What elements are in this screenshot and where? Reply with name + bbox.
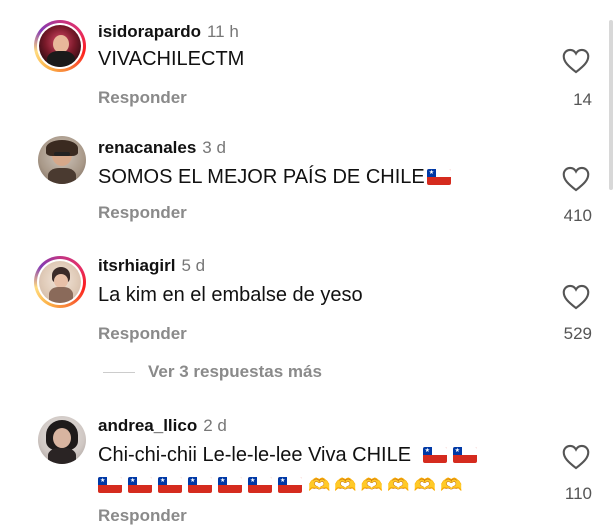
like-count: 410 <box>563 206 592 225</box>
like-count: 110 <box>564 484 592 503</box>
heart-outline-icon[interactable] <box>562 444 590 470</box>
comment-body: VIVACHILECTM <box>98 48 245 70</box>
reply-button[interactable]: Responder <box>98 506 187 526</box>
heart-outline-icon[interactable] <box>562 166 590 192</box>
chile-flag-emoji: ★ <box>218 477 242 493</box>
chile-flag-emoji: ★ <box>158 477 182 493</box>
chile-flag-emoji: ★ <box>98 477 122 493</box>
comment-meta: renacanales 3 d <box>98 138 226 158</box>
heart-hands-emoji: 🫶 <box>308 475 331 495</box>
comment-meta: isidorapardo 11 h <box>98 22 239 42</box>
heart-hands-emoji: 🫶 <box>387 475 410 495</box>
scrollbar-thumb[interactable] <box>609 20 613 190</box>
chile-flag-emoji: ★ <box>248 477 272 493</box>
reply-button[interactable]: Responder <box>98 203 187 223</box>
timestamp: 5 d <box>181 256 206 275</box>
chile-flag-emoji: ★ <box>278 477 302 493</box>
comment-text: La kim en el embalse de yeso <box>98 280 544 310</box>
comment-body: SOMOS EL MEJOR PAÍS DE CHILE <box>98 166 425 188</box>
username[interactable]: andrea_llico <box>98 416 197 435</box>
comment-body: La kim en el embalse de yeso <box>98 284 363 306</box>
chile-flag-emoji: ★ <box>426 169 451 185</box>
avatar[interactable] <box>34 256 86 308</box>
username[interactable]: isidorapardo <box>98 22 201 41</box>
timestamp: 3 d <box>202 138 226 157</box>
chile-flag-emoji: ★ <box>188 477 212 493</box>
replies-divider <box>103 372 135 373</box>
username[interactable]: itsrhiagirl <box>98 256 175 275</box>
heart-hands-emoji: 🫶 <box>413 475 437 495</box>
timestamp: 2 d <box>203 416 227 435</box>
heart-hands-emoji: 🫶 <box>440 475 463 495</box>
scrollbar[interactable] <box>608 0 614 523</box>
heart-hands-emoji: 🫶 <box>360 475 384 495</box>
comment-meta: andrea_llico 2 d <box>98 416 227 436</box>
chile-flag-emoji: ★ <box>422 447 447 463</box>
reply-button[interactable]: Responder <box>98 88 187 108</box>
view-more-replies-button[interactable]: Ver 3 respuestas más <box>148 362 322 382</box>
heart-hands-emoji: 🫶 <box>334 475 357 495</box>
heart-outline-icon[interactable] <box>562 284 590 310</box>
avatar[interactable] <box>34 20 86 72</box>
reply-button[interactable]: Responder <box>98 324 187 344</box>
like-count: 14 <box>573 90 592 109</box>
like-count: 529 <box>563 324 592 343</box>
avatar[interactable] <box>38 136 86 184</box>
comment-body: Chi-chi-chii Le-le-le-lee Viva CHILE <box>98 444 412 466</box>
heart-outline-icon[interactable] <box>562 48 590 74</box>
comment-text: Chi-chi-chii Le-le-le-lee Viva CHILE ★ ★ … <box>98 440 544 500</box>
avatar[interactable] <box>38 416 86 464</box>
chile-flag-emoji: ★ <box>452 447 477 463</box>
comment-text: SOMOS EL MEJOR PAÍS DE CHILE ★ <box>98 162 544 192</box>
timestamp: 11 h <box>206 22 239 41</box>
chile-flag-emoji: ★ <box>128 477 152 493</box>
username[interactable]: renacanales <box>98 138 196 157</box>
comment-text: VIVACHILECTM <box>98 44 544 74</box>
comment-meta: itsrhiagirl 5 d <box>98 256 205 276</box>
